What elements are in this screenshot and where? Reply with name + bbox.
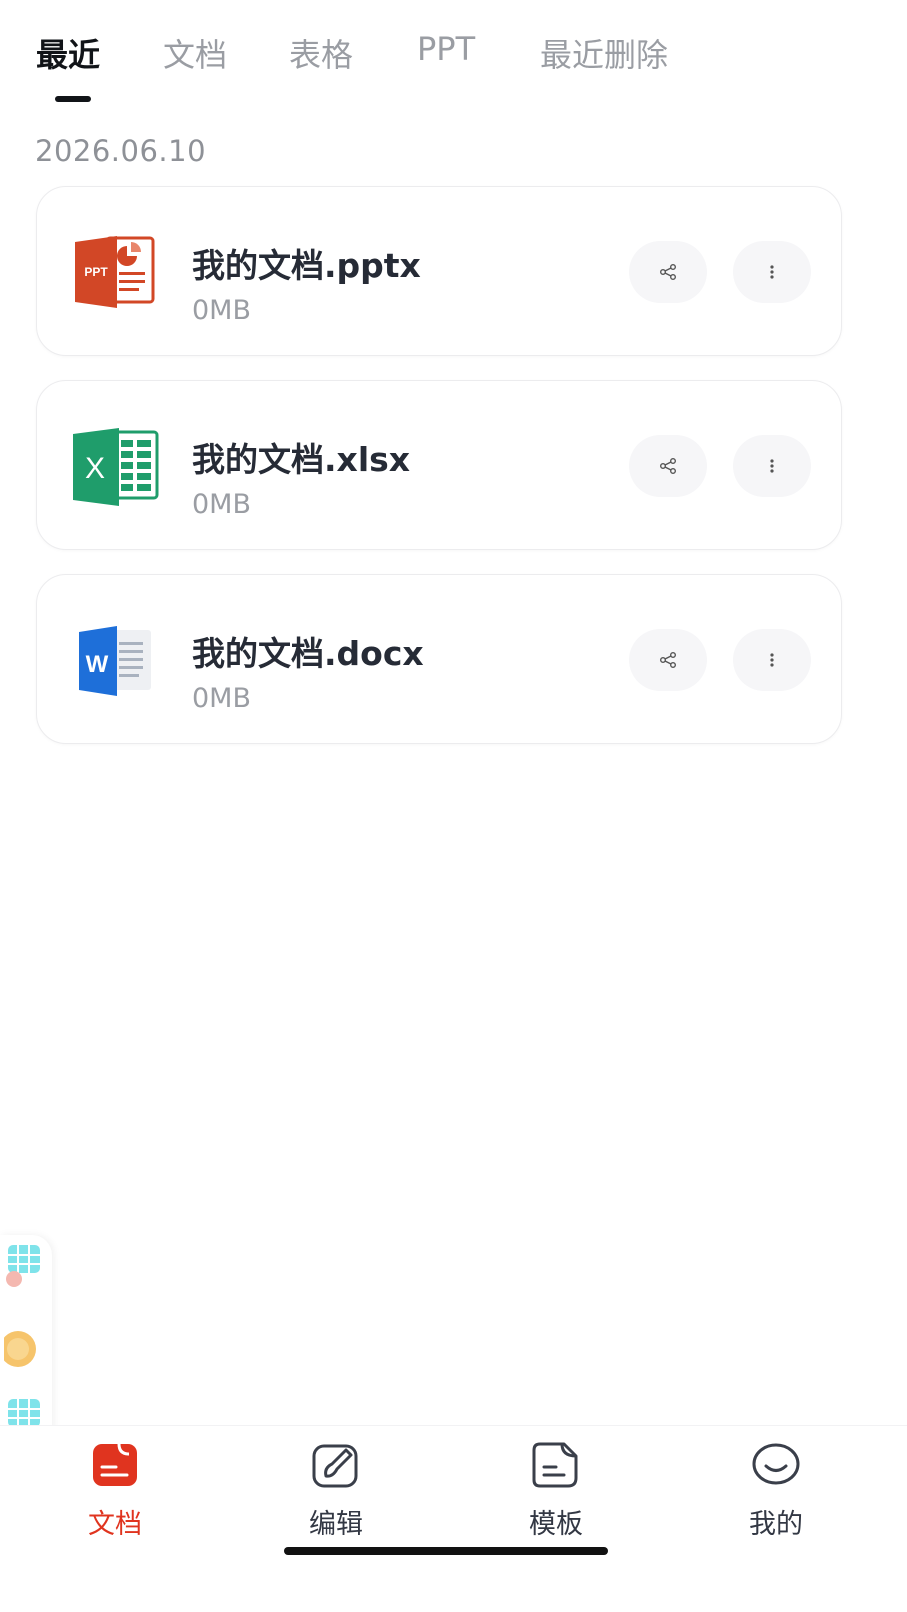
home-indicator (284, 1547, 608, 1555)
share-icon (660, 652, 676, 668)
nav-edit[interactable]: 编辑 (276, 1440, 396, 1550)
more-options-button[interactable] (733, 629, 811, 691)
tab-documents[interactable]: 文档 (163, 30, 227, 76)
excel-file-icon: X (73, 428, 159, 506)
ppt-file-icon: PPT (75, 236, 155, 308)
more-vertical-icon (770, 653, 774, 667)
more-vertical-icon (770, 459, 774, 473)
share-icon (660, 458, 676, 474)
nav-label: 模板 (529, 1509, 583, 1540)
profile-smile-icon (752, 1443, 800, 1485)
more-options-button[interactable] (733, 435, 811, 497)
file-size: 0MB (192, 489, 251, 520)
category-tabs: 最近 文档 表格 PPT 最近删除 (0, 0, 907, 110)
file-name: 我的文档.xlsx (192, 440, 411, 479)
date-group-header: 2026.06.10 (35, 134, 207, 168)
nav-label: 编辑 (309, 1509, 363, 1540)
app-root: 最近 文档 表格 PPT 最近删除 2026.06.10 PPT 我的文档.pp… (0, 0, 907, 1612)
nav-profile[interactable]: 我的 (716, 1440, 836, 1550)
nav-templates[interactable]: 模板 (496, 1440, 616, 1550)
svg-text:PPT: PPT (84, 265, 108, 279)
share-button[interactable] (629, 241, 707, 303)
tab-ppt[interactable]: PPT (417, 30, 475, 68)
svg-text:X: X (85, 452, 105, 485)
active-tab-indicator (55, 96, 91, 102)
svg-text:W: W (86, 651, 109, 678)
more-options-button[interactable] (733, 241, 811, 303)
nav-label: 文档 (88, 1509, 142, 1540)
file-name: 我的文档.docx (192, 634, 424, 673)
more-vertical-icon (770, 265, 774, 279)
file-name: 我的文档.pptx (192, 246, 421, 285)
edit-brush-icon (312, 1444, 358, 1488)
file-size: 0MB (192, 295, 251, 326)
tab-spreadsheets[interactable]: 表格 (289, 30, 353, 76)
file-card[interactable]: X 我的文档.xlsx 0MB (36, 380, 842, 550)
tab-recent[interactable]: 最近 (36, 30, 100, 76)
template-icon (532, 1442, 578, 1488)
grid-app-icon[interactable] (4, 1243, 44, 1287)
file-size: 0MB (192, 683, 251, 714)
coin-icon[interactable] (4, 1327, 44, 1371)
bottom-navigation: 文档 编辑 模板 我的 (0, 1425, 907, 1612)
share-button[interactable] (629, 629, 707, 691)
file-card[interactable]: PPT 我的文档.pptx 0MB (36, 186, 842, 356)
share-icon (660, 264, 676, 280)
document-icon (93, 1443, 137, 1486)
file-card[interactable]: W 我的文档.docx 0MB (36, 574, 842, 744)
tab-recently-deleted[interactable]: 最近删除 (540, 30, 668, 76)
word-file-icon: W (79, 626, 151, 696)
nav-label: 我的 (749, 1509, 803, 1540)
nav-documents[interactable]: 文档 (55, 1440, 175, 1550)
share-button[interactable] (629, 435, 707, 497)
